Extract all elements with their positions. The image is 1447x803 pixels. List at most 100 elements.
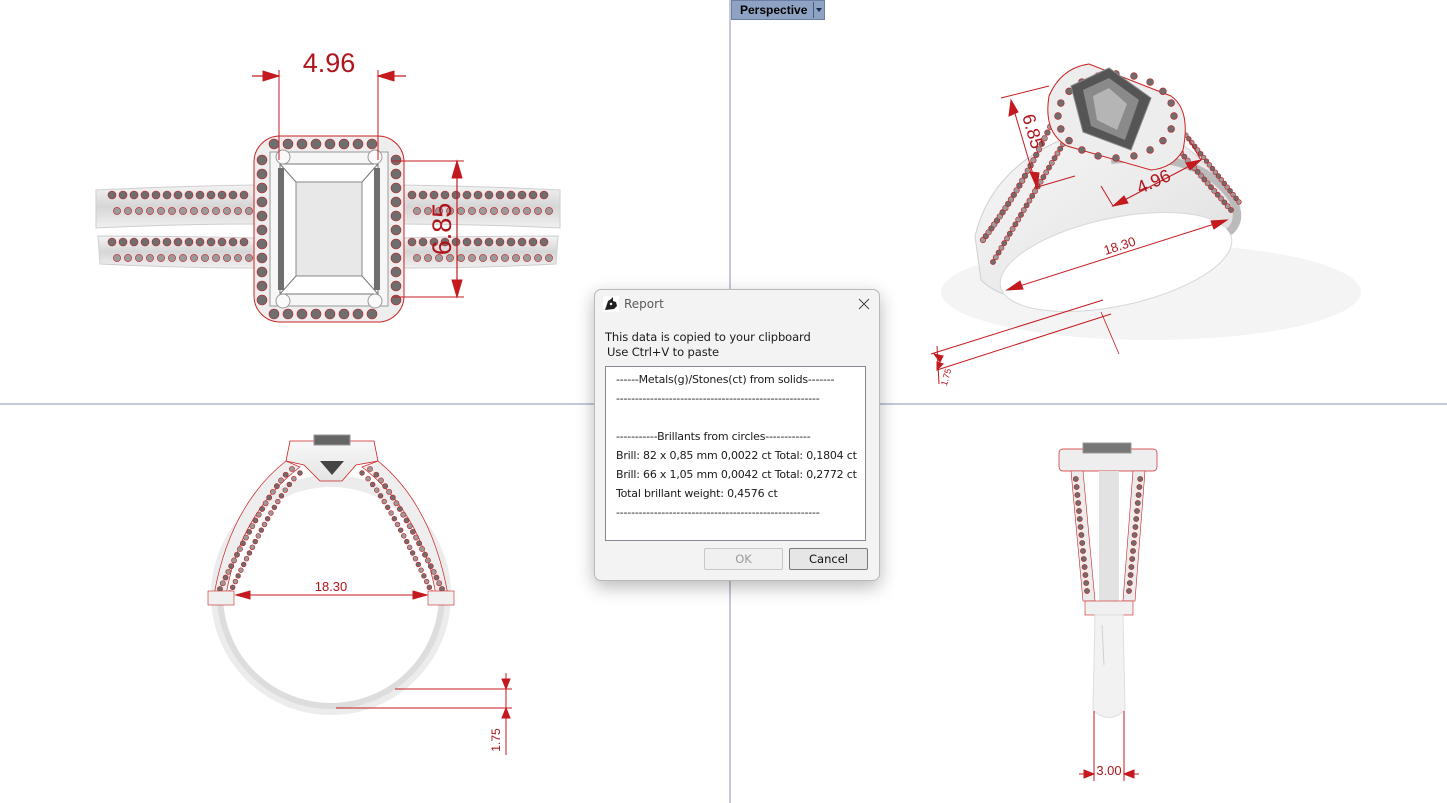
pave-stone: [352, 138, 364, 150]
pave-stone: [140, 190, 150, 200]
pave-stone: [418, 190, 428, 200]
pave-stone: [1001, 240, 1008, 247]
pave-stone: [394, 521, 401, 528]
pave-stone: [382, 483, 389, 490]
pave-stone: [390, 154, 402, 166]
pave-stone: [1081, 564, 1088, 570]
pave-stone: [179, 207, 187, 215]
pave-stone: [225, 568, 232, 575]
pave-stone: [195, 190, 205, 200]
pave-stone: [256, 210, 268, 222]
pave-stone: [206, 190, 216, 200]
pave-stone: [1065, 136, 1073, 145]
pave-stone: [1170, 112, 1178, 120]
pave-stone: [1072, 476, 1079, 482]
pave-stone: [374, 487, 380, 493]
pave-stone: [1133, 516, 1140, 522]
pave-stone: [1074, 492, 1081, 498]
pave-stone: [427, 563, 434, 570]
pave-stone: [415, 561, 422, 568]
pave-stone: [252, 517, 259, 524]
pave-stone: [266, 494, 273, 501]
pave-stone: [1236, 199, 1242, 205]
pave-stone: [1030, 157, 1037, 164]
dialog-title: Report: [624, 297, 664, 311]
pave-stone: [118, 237, 128, 247]
pave-stone: [146, 254, 154, 262]
pave-stone: [495, 190, 505, 200]
pave-stone: [256, 238, 268, 250]
pave-stone: [206, 237, 216, 247]
ok-button[interactable]: OK: [704, 548, 783, 570]
pave-stone: [338, 138, 350, 150]
close-button[interactable]: [853, 293, 875, 315]
pave-stone: [278, 477, 284, 484]
pave-stone: [246, 550, 253, 556]
pave-stone: [243, 556, 250, 562]
pave-stone: [429, 190, 439, 200]
pave-stone: [124, 254, 132, 262]
pave-stone: [517, 237, 527, 247]
pave-stone: [256, 294, 268, 306]
pave-stone: [289, 466, 295, 472]
pave-stone: [1130, 152, 1138, 160]
pave-stone: [223, 254, 231, 262]
pave-stone: [995, 249, 1002, 256]
pave-stone: [512, 207, 520, 215]
pave-stone: [310, 308, 322, 320]
pave-stone: [232, 578, 239, 585]
pave-stone: [1159, 136, 1167, 145]
pave-stone: [1040, 174, 1047, 180]
pave-stone: [1126, 588, 1132, 594]
pave-stone: [259, 506, 266, 512]
pave-stone: [179, 254, 187, 262]
pave-stone: [1159, 87, 1167, 96]
pave-stone: [390, 210, 402, 222]
cancel-button[interactable]: Cancel: [789, 548, 868, 570]
pave-stone: [413, 534, 419, 541]
pave-stone: [523, 254, 531, 262]
pave-stone: [1130, 540, 1137, 546]
pave-stone: [992, 254, 999, 261]
pave-stone: [256, 196, 268, 208]
pave-stone: [506, 237, 516, 247]
dim-label-front-diameter: 18.30: [315, 579, 348, 594]
pave-stone: [1057, 99, 1065, 107]
dropdown-arrow-icon[interactable]: [813, 2, 825, 18]
pave-stone: [423, 578, 430, 585]
pave-stone: [462, 237, 472, 247]
pave-stone: [369, 481, 376, 488]
pave-stone: [1077, 524, 1084, 530]
pave-stone: [457, 207, 465, 215]
pave-stone: [135, 254, 143, 262]
pave-stone: [1134, 508, 1140, 514]
pave-stone: [151, 237, 161, 247]
pave-stone: [1012, 221, 1019, 228]
pave-stone: [473, 237, 483, 247]
report-textbox[interactable]: ------Metals(g)/Stones(ct) from solids--…: [605, 366, 866, 541]
pave-stone: [217, 190, 227, 200]
pave-stone: [406, 523, 413, 530]
pave-stone: [1131, 532, 1138, 538]
viewport-tab-label[interactable]: Perspective: [732, 2, 813, 18]
pave-stone: [422, 551, 428, 558]
pave-stone: [190, 254, 198, 262]
pave-stone: [282, 308, 294, 320]
pave-stone: [390, 280, 402, 292]
perspective-viewport-tab[interactable]: Perspective: [731, 0, 826, 20]
pave-stone: [1167, 125, 1175, 133]
pave-stone: [157, 207, 165, 215]
pave-stone: [249, 544, 256, 550]
pave-stone: [365, 476, 371, 482]
pave-stone: [157, 254, 165, 262]
pave-stone: [366, 308, 378, 320]
pave-stone: [262, 500, 269, 507]
dialog-titlebar[interactable]: Report: [595, 290, 879, 318]
pave-stone: [545, 254, 553, 262]
pave-stone: [396, 506, 403, 512]
pave-stone: [264, 516, 271, 522]
pave-stone: [1075, 500, 1082, 506]
pave-stone: [366, 138, 378, 150]
pave-stone: [457, 254, 465, 262]
pave-stone: [528, 190, 538, 200]
